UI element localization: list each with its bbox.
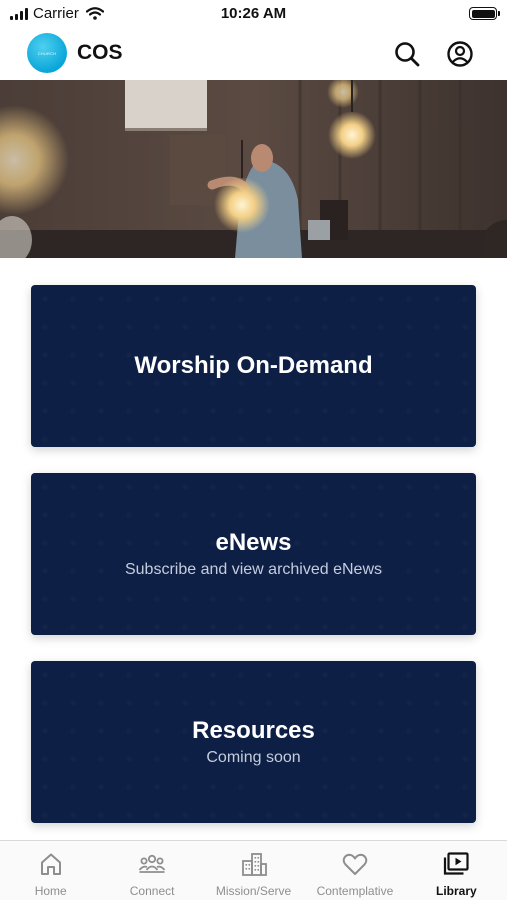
card-subtitle: Coming soon: [206, 749, 301, 766]
app-title: COS: [77, 41, 123, 64]
tab-label: Contemplative: [316, 884, 394, 898]
tab-library[interactable]: Library: [406, 841, 507, 900]
tab-label: Library: [435, 884, 477, 898]
enews-card[interactable]: eNews Subscribe and view archived eNews: [31, 473, 476, 635]
people-icon: [138, 854, 166, 873]
video-library-icon: [444, 852, 469, 875]
card-title: Resources: [192, 717, 315, 744]
status-bar: Carrier 10:26 AM: [0, 0, 507, 28]
tab-label: Mission/Serve: [215, 884, 292, 898]
tab-mission-serve[interactable]: Mission/Serve: [203, 841, 304, 900]
tab-label: Connect: [129, 884, 175, 898]
card-list: Worship On-Demand eNews Subscribe and vi…: [31, 285, 476, 849]
buildings-icon: [241, 853, 267, 876]
tab-label: Home: [34, 884, 67, 898]
card-title: eNews: [215, 529, 292, 556]
account-icon[interactable]: [446, 40, 474, 68]
card-subtitle: Subscribe and view archived eNews: [124, 561, 382, 578]
worship-on-demand-card[interactable]: Worship On-Demand: [31, 285, 476, 447]
tab-bar: Home Connect Mission/Serve Contemplative…: [0, 840, 507, 900]
church-logo[interactable]: CHURCH: [27, 33, 67, 73]
tab-home[interactable]: Home: [0, 841, 101, 900]
resources-card[interactable]: Resources Coming soon: [31, 661, 476, 823]
battery-icon: [469, 7, 500, 20]
hero-photo: [0, 80, 507, 258]
tab-contemplative[interactable]: Contemplative: [304, 841, 405, 900]
card-title: Worship On-Demand: [134, 352, 373, 379]
clock: 10:26 AM: [220, 5, 287, 22]
home-icon: [40, 853, 61, 875]
heart-icon: [342, 853, 368, 875]
logo-text: CHURCH: [37, 50, 57, 56]
search-icon[interactable]: [393, 40, 421, 68]
tab-connect[interactable]: Connect: [101, 841, 202, 900]
app-header: CHURCH COS: [0, 28, 507, 80]
hero-image: [0, 80, 507, 258]
